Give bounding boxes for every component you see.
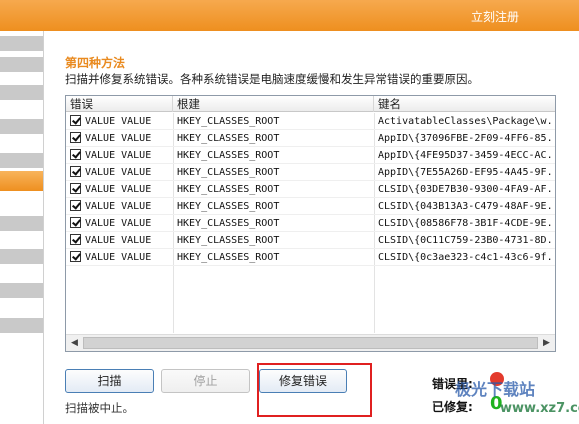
error-text: VALUE VALUE xyxy=(85,252,152,263)
error-text: VALUE VALUE xyxy=(85,235,152,246)
key-cell: CLSID\{0c3ae323-c4c1-43c6-9f... xyxy=(378,252,553,263)
scrollbar-thumb[interactable] xyxy=(83,337,538,349)
watermark-url: www.xz7.com xyxy=(500,401,579,416)
error-text: VALUE VALUE xyxy=(85,150,152,161)
row-checkbox[interactable] xyxy=(70,234,81,245)
scan-button[interactable]: 扫描 xyxy=(65,369,154,393)
error-cell: VALUE VALUE xyxy=(70,147,173,164)
highlight-annotation xyxy=(257,363,372,417)
error-text: VALUE VALUE xyxy=(85,218,152,229)
status-text: 扫描被中止。 xyxy=(65,401,134,415)
error-cell: VALUE VALUE xyxy=(70,215,173,232)
error-cell: VALUE VALUE xyxy=(70,232,173,249)
root-cell: HKEY_CLASSES_ROOT xyxy=(177,167,280,178)
method-title: 第四种方法 xyxy=(65,56,126,70)
column-header-root[interactable]: 根建 xyxy=(173,96,374,112)
table-row[interactable]: VALUE VALUE HKEY_CLASSES_ROOT CLSID\{08586… xyxy=(66,215,555,232)
table-row[interactable]: VALUE VALUE HKEY_CLASSES_ROOT AppID\{7E55A… xyxy=(66,164,555,181)
table-row[interactable]: VALUE VALUE HKEY_CLASSES_ROOT CLSID\{0C11C… xyxy=(66,232,555,249)
scroll-right-arrow-icon[interactable]: ▶ xyxy=(538,335,555,351)
fixed-label: 已修复: xyxy=(432,400,473,414)
row-checkbox[interactable] xyxy=(70,251,81,262)
root-cell: HKEY_CLASSES_ROOT xyxy=(177,133,280,144)
stop-button[interactable]: 停止 xyxy=(161,369,250,393)
sidebar-item[interactable] xyxy=(0,85,44,100)
key-cell: CLSID\{03DE7B30-9300-4FA9-AF... xyxy=(378,184,553,195)
scroll-left-arrow-icon[interactable]: ◀ xyxy=(66,335,83,351)
key-cell: CLSID\{043B13A3-C479-48AF-9E... xyxy=(378,201,553,212)
column-header-key[interactable]: 键名 xyxy=(374,96,555,112)
column-header-error[interactable]: 错误 xyxy=(66,96,173,112)
table-row[interactable]: VALUE VALUE HKEY_CLASSES_ROOT CLSID\{0c3ae… xyxy=(66,249,555,266)
method-description: 扫描并修复系统错误。各种系统错误是电脑速度缓慢和发生异常错误的重要原因。 xyxy=(65,72,479,86)
row-checkbox[interactable] xyxy=(70,200,81,211)
error-cell: VALUE VALUE xyxy=(70,198,173,215)
sidebar-item[interactable] xyxy=(0,216,44,231)
root-cell: HKEY_CLASSES_ROOT xyxy=(177,252,280,263)
root-cell: HKEY_CLASSES_ROOT xyxy=(177,150,280,161)
error-text: VALUE VALUE xyxy=(85,133,152,144)
error-cell: VALUE VALUE xyxy=(70,181,173,198)
row-checkbox[interactable] xyxy=(70,217,81,228)
sidebar-item[interactable] xyxy=(0,153,44,168)
table-row[interactable]: VALUE VALUE HKEY_CLASSES_ROOT AppID\{4FE95… xyxy=(66,147,555,164)
watermark-text: 极光下载站 xyxy=(455,380,536,399)
registry-error-list[interactable]: 错误 根建 键名 VALUE VALUE HKEY_CLASSES_ROOT Act… xyxy=(65,95,556,352)
root-cell: HKEY_CLASSES_ROOT xyxy=(177,218,280,229)
root-cell: HKEY_CLASSES_ROOT xyxy=(177,235,280,246)
sidebar-item[interactable] xyxy=(0,318,44,333)
error-cell: VALUE VALUE xyxy=(70,249,173,266)
row-checkbox[interactable] xyxy=(70,149,81,160)
table-row[interactable]: VALUE VALUE HKEY_CLASSES_ROOT CLSID\{043B1… xyxy=(66,198,555,215)
row-checkbox[interactable] xyxy=(70,132,81,143)
root-cell: HKEY_CLASSES_ROOT xyxy=(177,116,280,127)
sidebar-item[interactable] xyxy=(0,249,44,264)
sidebar xyxy=(0,31,44,424)
sidebar-item-active[interactable] xyxy=(0,171,44,191)
sidebar-item[interactable] xyxy=(0,119,44,134)
key-cell: CLSID\{0C11C759-23B0-4731-8D... xyxy=(378,235,553,246)
key-cell: ActivatableClasses\Package\w... xyxy=(378,116,553,127)
error-cell: VALUE VALUE xyxy=(70,164,173,181)
title-bar: 立刻注册 xyxy=(0,0,579,31)
sidebar-item[interactable] xyxy=(0,283,44,298)
error-cell: VALUE VALUE xyxy=(70,113,173,130)
sidebar-divider xyxy=(43,31,44,424)
horizontal-scrollbar[interactable]: ◀ ▶ xyxy=(66,334,555,351)
table-row[interactable]: VALUE VALUE HKEY_CLASSES_ROOT CLSID\{03DE7… xyxy=(66,181,555,198)
sidebar-item[interactable] xyxy=(0,36,44,51)
row-checkbox[interactable] xyxy=(70,115,81,126)
error-text: VALUE VALUE xyxy=(85,116,152,127)
error-text: VALUE VALUE xyxy=(85,167,152,178)
table-row[interactable]: VALUE VALUE HKEY_CLASSES_ROOT AppID\{37096… xyxy=(66,130,555,147)
error-text: VALUE VALUE xyxy=(85,184,152,195)
key-cell: AppID\{4FE95D37-3459-4ECC-AC... xyxy=(378,150,553,161)
root-cell: HKEY_CLASSES_ROOT xyxy=(177,201,280,212)
key-cell: CLSID\{08586F78-3B1F-4CDE-9E... xyxy=(378,218,553,229)
key-cell: AppID\{37096FBE-2F09-4FF6-85... xyxy=(378,133,553,144)
root-cell: HKEY_CLASSES_ROOT xyxy=(177,184,280,195)
register-link[interactable]: 立刻注册 xyxy=(471,8,519,25)
error-cell: VALUE VALUE xyxy=(70,130,173,147)
row-checkbox[interactable] xyxy=(70,166,81,177)
key-cell: AppID\{7E55A26D-EF95-4A45-9F... xyxy=(378,167,553,178)
error-text: VALUE VALUE xyxy=(85,201,152,212)
sidebar-item[interactable] xyxy=(0,57,44,72)
row-checkbox[interactable] xyxy=(70,183,81,194)
list-header: 错误 根建 键名 xyxy=(66,96,555,112)
table-row[interactable]: VALUE VALUE HKEY_CLASSES_ROOT ActivatableC… xyxy=(66,113,555,130)
